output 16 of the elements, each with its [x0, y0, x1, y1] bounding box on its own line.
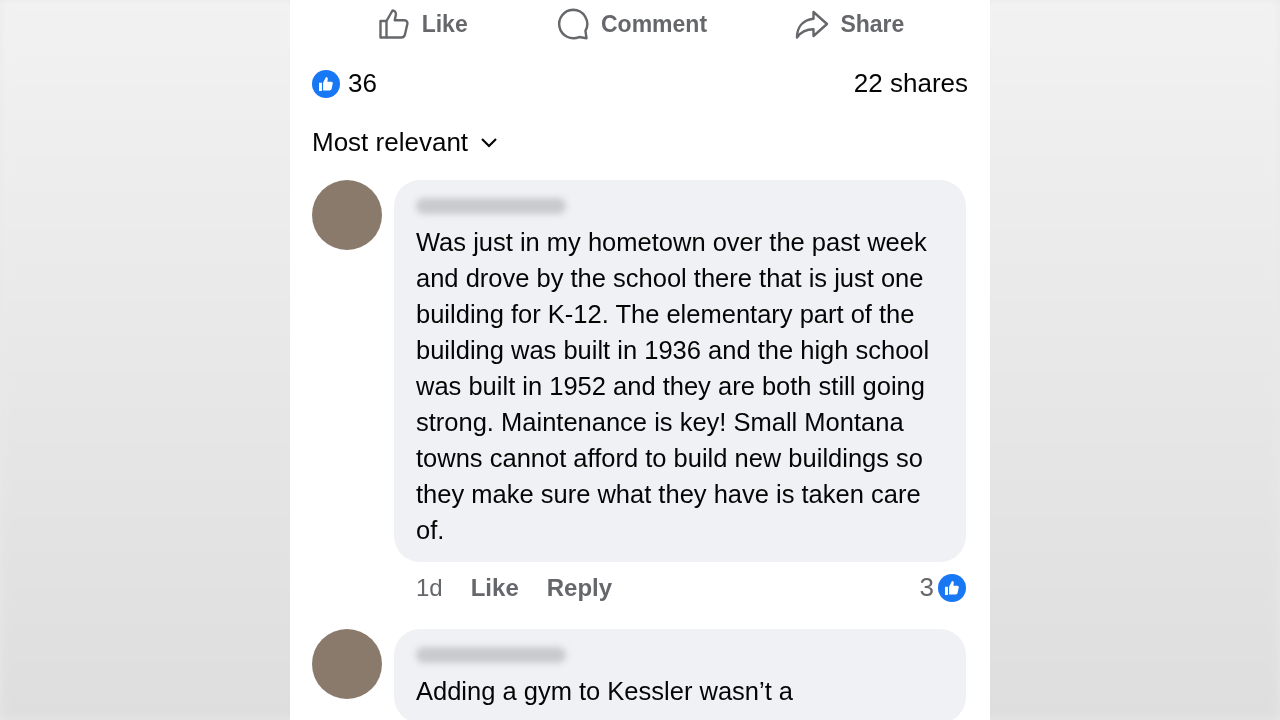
share-button[interactable]: Share	[794, 6, 905, 42]
sort-dropdown[interactable]: Most relevant	[312, 127, 499, 158]
like-button[interactable]: Like	[375, 6, 468, 42]
speech-bubble-icon	[555, 6, 591, 42]
comment-text: Was just in my hometown over the past week and drove by the school there that is just one building for K-12. The elementary part of the building was built in 1936 and the high school was built in 1952 and they are both still going strong. Maintenance is key! Small Montana towns cannot afford to build new buildings so they make sure what they have is taken care of.	[416, 227, 931, 546]
comment-time: 1d	[416, 573, 443, 602]
like-reaction-icon	[312, 69, 340, 98]
chevron-down-icon	[480, 136, 499, 149]
reply-link[interactable]: Reply	[546, 573, 613, 602]
like-reaction-icon	[938, 573, 966, 602]
like-link[interactable]: Like	[470, 573, 519, 602]
comment-button[interactable]: Comment	[555, 6, 708, 42]
share-count[interactable]: 22 shares	[853, 68, 968, 99]
reaction-count: 36	[348, 68, 377, 99]
comment-text: Adding a gym to Kessler wasn’t a	[416, 676, 795, 707]
reaction-count: 3	[919, 572, 934, 603]
